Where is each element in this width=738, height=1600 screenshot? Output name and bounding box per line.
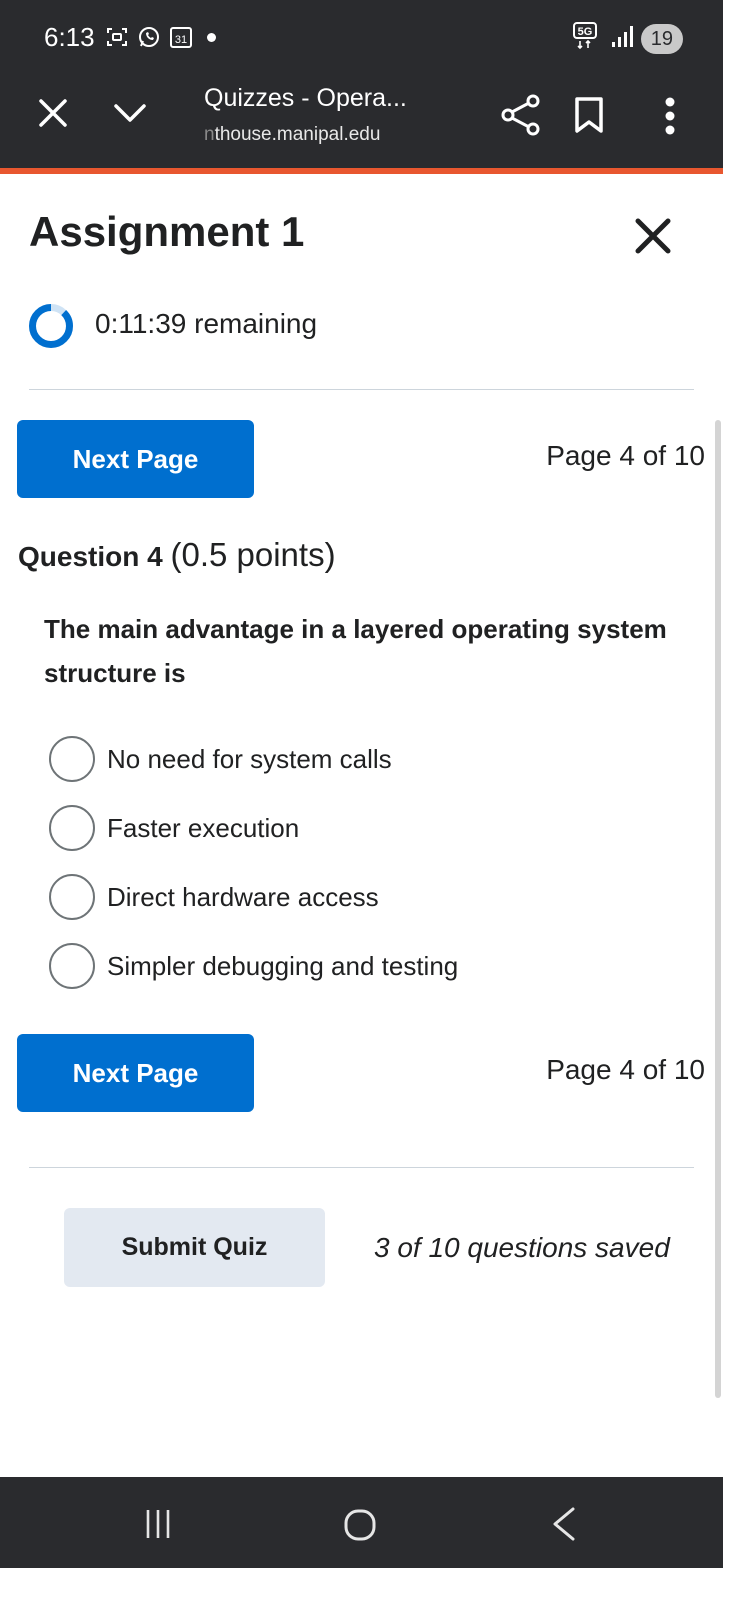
close-tab-icon[interactable] xyxy=(36,96,70,135)
divider xyxy=(29,1167,694,1168)
home-icon[interactable] xyxy=(343,1508,377,1547)
calendar-day: 31 xyxy=(175,34,187,46)
divider xyxy=(29,389,694,390)
more-icon[interactable] xyxy=(663,96,677,141)
signal-icon xyxy=(611,24,633,53)
url-host[interactable]: nthouse.manipal.edu xyxy=(204,124,380,146)
quiz-title: Assignment 1 xyxy=(29,208,305,255)
answer-option[interactable]: Direct hardware access xyxy=(49,873,379,921)
network-label: 5G xyxy=(577,26,592,38)
url-prefix: n xyxy=(204,124,215,145)
question-text: The main advantage in a layered operatin… xyxy=(44,614,667,688)
page-indicator-top: Page 4 of 10 xyxy=(546,440,705,471)
timer-icon xyxy=(28,303,74,354)
answer-option-label: No need for system calls xyxy=(107,743,392,774)
url-host-text: thouse.manipal.edu xyxy=(214,124,381,145)
answer-option-label: Direct hardware access xyxy=(107,881,379,912)
recent-apps-icon[interactable] xyxy=(142,1508,174,1545)
page-indicator-bottom: Page 4 of 10 xyxy=(546,1054,705,1085)
screenshot-icon xyxy=(104,24,130,50)
submit-quiz-button[interactable]: Submit Quiz xyxy=(64,1208,325,1287)
scrollbar[interactable] xyxy=(715,420,721,1398)
back-icon[interactable] xyxy=(549,1506,579,1547)
battery-indicator: 19 xyxy=(640,23,683,54)
next-page-button-bottom[interactable]: Next Page xyxy=(17,1034,254,1112)
chrome-accent-bar xyxy=(0,168,723,174)
next-page-button-top[interactable]: Next Page xyxy=(17,420,254,498)
answer-option-label: Faster execution xyxy=(107,812,300,843)
page-title[interactable]: Quizzes - Opera... xyxy=(204,84,407,113)
answer-option[interactable]: No need for system calls xyxy=(49,735,392,783)
network-icon: 5G xyxy=(572,22,603,55)
answer-option[interactable]: Simpler debugging and testing xyxy=(49,942,458,990)
whatsapp-icon xyxy=(136,24,162,50)
radio-button[interactable] xyxy=(49,943,95,989)
radio-button[interactable] xyxy=(49,736,95,782)
status-right-group: 5G 19 xyxy=(572,22,683,55)
saved-status: 3 of 10 questions saved xyxy=(374,1232,670,1263)
question-number: Question 4 xyxy=(18,541,163,572)
status-notification-icons: 31 xyxy=(104,24,194,50)
notification-dot xyxy=(207,33,216,42)
calendar-icon: 31 xyxy=(168,24,194,50)
chevron-down-icon[interactable] xyxy=(112,100,148,131)
answer-option[interactable]: Faster execution xyxy=(49,804,299,852)
close-icon[interactable] xyxy=(633,216,673,261)
share-icon[interactable] xyxy=(500,94,544,141)
status-time: 6:13 xyxy=(44,22,95,52)
answer-option-label: Simpler debugging and testing xyxy=(107,950,459,981)
bookmark-icon[interactable] xyxy=(574,96,604,139)
radio-button[interactable] xyxy=(49,805,95,851)
radio-button[interactable] xyxy=(49,874,95,920)
question-heading: Question 4 (0.5 points) xyxy=(18,536,336,574)
timer-text: 0:11:39 remaining xyxy=(95,308,318,339)
question-points: (0.5 points) xyxy=(170,536,336,573)
